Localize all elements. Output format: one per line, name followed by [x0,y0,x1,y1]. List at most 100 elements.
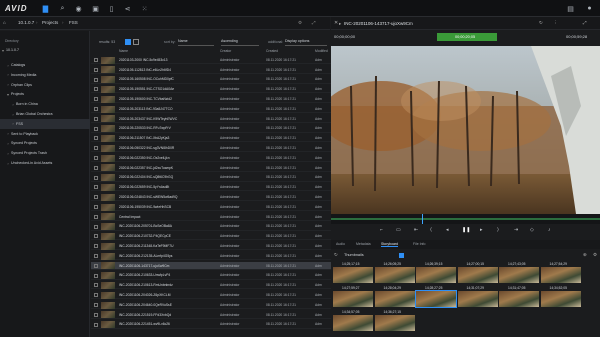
table-row[interactable]: 20201106-211507 INC-XbA2yKja3 Administrat… [91,134,331,143]
mark-in-icon[interactable]: ⌐ [380,227,383,233]
table-row[interactable]: 20201105-203113 INC-93a5J47TCO Administra… [91,105,331,114]
storyboard-frame[interactable]: 14;34;57;05 [333,310,373,331]
row-checkbox[interactable] [94,146,98,151]
storyboard-frame[interactable]: 14;27;00;15 [457,262,498,283]
maximize-icon[interactable]: ⤢ [583,20,587,25]
reload-icon[interactable]: ↻ [334,252,338,258]
clip-icon[interactable]: ▭ [396,227,401,233]
storyboard-frame[interactable]: 14;31;07;29 [457,286,498,307]
table-row[interactable]: 20201106-022357 INC-jd2xuTuwnpK Administr… [91,164,331,172]
bookmark-icon[interactable]: ▯ [107,4,116,13]
go-to-out-icon[interactable]: ⇥ [514,227,518,233]
table-row[interactable]: 20201103-2000 INC-5c9e453c13 Administrato… [91,56,331,65]
storyboard-frame[interactable]: 14;28;04;29 [374,286,415,307]
rewind-icon[interactable]: ◂ [446,227,449,233]
zoom-icon[interactable]: ⊕ [583,252,587,258]
row-checkbox[interactable] [94,156,98,160]
table-row[interactable]: INC-20201106-221451-wv9Lv6c26 Administrat… [91,321,331,329]
breadcrumb-item[interactable]: Projects [42,20,58,25]
table-row[interactable]: 20201105-160508 INC-OCuhMD0pfC Administra… [91,76,331,84]
tree-item[interactable]: › Sent to Playback [0,129,90,139]
row-checkbox[interactable] [94,175,98,180]
close-icon[interactable]: ✕ [334,20,338,26]
row-checkbox[interactable] [94,254,98,258]
sort-order-select[interactable]: Ascending [221,39,259,46]
row-checkbox[interactable] [94,214,98,219]
more-icon[interactable]: ⋮ [553,20,558,26]
column-header-created[interactable]: Created [266,49,278,55]
row-checkbox[interactable] [94,185,98,190]
breadcrumb-item[interactable]: FSS [69,20,78,25]
tree-item[interactable]: › Catalogs [0,60,90,70]
column-header-modified[interactable]: Modified [315,49,328,55]
eye-icon[interactable]: ◉ [74,4,83,13]
storyboard-frame[interactable]: 14;26;39;15 [416,262,456,283]
tree-item[interactable]: › Synced Projects [0,138,90,148]
table-row[interactable]: 20201106-022350 INC-Ox2xelLjkn Administra… [91,154,331,163]
layers-icon[interactable]: ▣ [91,4,100,13]
storyboard-frame[interactable]: 14;26;05;25 [374,262,415,283]
tree-item[interactable]: › Synced Projects Trash [0,148,90,158]
table-row[interactable]: 20201105-190551 INC-CTSO1dA0Ae Administra… [91,85,331,94]
storyboard-frame[interactable]: 14;25;17;15 [333,262,373,283]
tab-file-info[interactable]: File Info [413,242,425,246]
row-checkbox[interactable] [94,58,98,62]
go-to-in-icon[interactable]: ⇤ [414,227,418,233]
list-view-icon[interactable] [125,39,131,45]
tab-storyboard[interactable]: Storyboard [381,242,399,247]
breadcrumb-item[interactable]: 10.1.0.7 [18,20,34,25]
table-row[interactable]: 20201106-022659 INC-5yYnAsd8t Administrat… [91,183,331,192]
share-icon[interactable]: ⋖ [123,4,132,13]
row-checkbox[interactable] [94,283,98,288]
folder-icon[interactable]: ▇ [41,4,50,13]
panels-icon[interactable]: ▤ [566,4,575,13]
pause-icon[interactable]: ❚❚ [462,227,470,233]
video-viewer[interactable] [331,46,600,214]
table-row[interactable]: INC-20201106-205701-BcSeOBa8A Administrat… [91,223,331,231]
row-checkbox[interactable] [94,205,98,209]
row-checkbox[interactable] [94,116,98,121]
search-icon[interactable]: ⌕ [58,4,67,13]
table-row[interactable]: 20201105-112813 INC-e6Ln2h6fD4 Administra… [91,66,331,74]
storyboard-frame[interactable]: 14;31;47;05 [499,286,539,307]
timeline-scrubber[interactable] [331,214,600,224]
tab-audio[interactable]: Audio [336,242,345,246]
user-icon[interactable]: ● [585,4,594,13]
row-checkbox[interactable] [94,126,98,131]
row-checkbox[interactable] [94,165,98,170]
row-checkbox[interactable] [94,263,98,268]
settings-icon[interactable]: ⚙ [298,20,302,26]
row-checkbox[interactable] [94,224,98,229]
table-row[interactable]: INC-20201106-212135-ALmfp4G5ys Administra… [91,252,331,261]
display-options-select[interactable]: Display options [285,39,327,46]
row-checkbox[interactable] [94,293,98,298]
table-row[interactable]: 20201106-022404 INC-sQ8t6C9hGQ Administra… [91,174,331,182]
audio-icon[interactable]: ♪ [548,227,551,233]
column-header-name[interactable]: Name [119,49,128,55]
tree-root[interactable]: ▾ 10.1.0.7 [0,45,90,55]
expand-icon[interactable]: ⤢ [312,20,316,25]
settings-icon[interactable]: ⚙ [593,252,597,258]
tree-item[interactable]: › Born in China [0,99,90,109]
tree-item[interactable]: › Orphan Clips [0,80,90,90]
table-row[interactable]: INC-20201106-210732-P4QECpCE Administrato… [91,232,331,241]
storyboard-frame[interactable]: 14;36;27;15 [374,310,415,331]
table-row[interactable]: INC-20201106-204640-0QeRVuSsE Administrat… [91,301,331,310]
step-forward-icon[interactable]: ⟩ [497,227,499,233]
table-row[interactable]: 20201106-050322 INC-sg3VNI8hD0R Administr… [91,144,331,153]
column-header-creator[interactable]: Creator [220,49,231,55]
table-row[interactable]: 20201106-195039 INC-9wIeHhSCB Administrat… [91,203,331,212]
table-row[interactable]: 20201105-220533 INC-RFu7wpFrV Administrat… [91,125,331,133]
table-row[interactable]: INC-20201106-221519-FFd3XvbQd Administrat… [91,311,331,319]
table-row[interactable]: INC-20201106-210633-UnwfpLvP4 Administrat… [91,272,331,280]
forward-icon[interactable]: ▸ [480,227,483,233]
table-row[interactable]: 20201105-203437 INC-K9WTeyhEWVC Administr… [91,115,331,123]
tree-item[interactable]: ▾ Projects [0,89,90,99]
row-checkbox[interactable] [94,195,98,200]
table-row[interactable]: Central Impact Administrator 08.11.2020 16… [91,213,331,221]
row-checkbox[interactable] [94,322,98,327]
grid-view-icon[interactable] [133,39,139,45]
tree-item[interactable]: › Incoming Media [0,70,90,80]
row-checkbox[interactable] [94,303,98,307]
tab-metadata[interactable]: Metadata [356,242,371,246]
